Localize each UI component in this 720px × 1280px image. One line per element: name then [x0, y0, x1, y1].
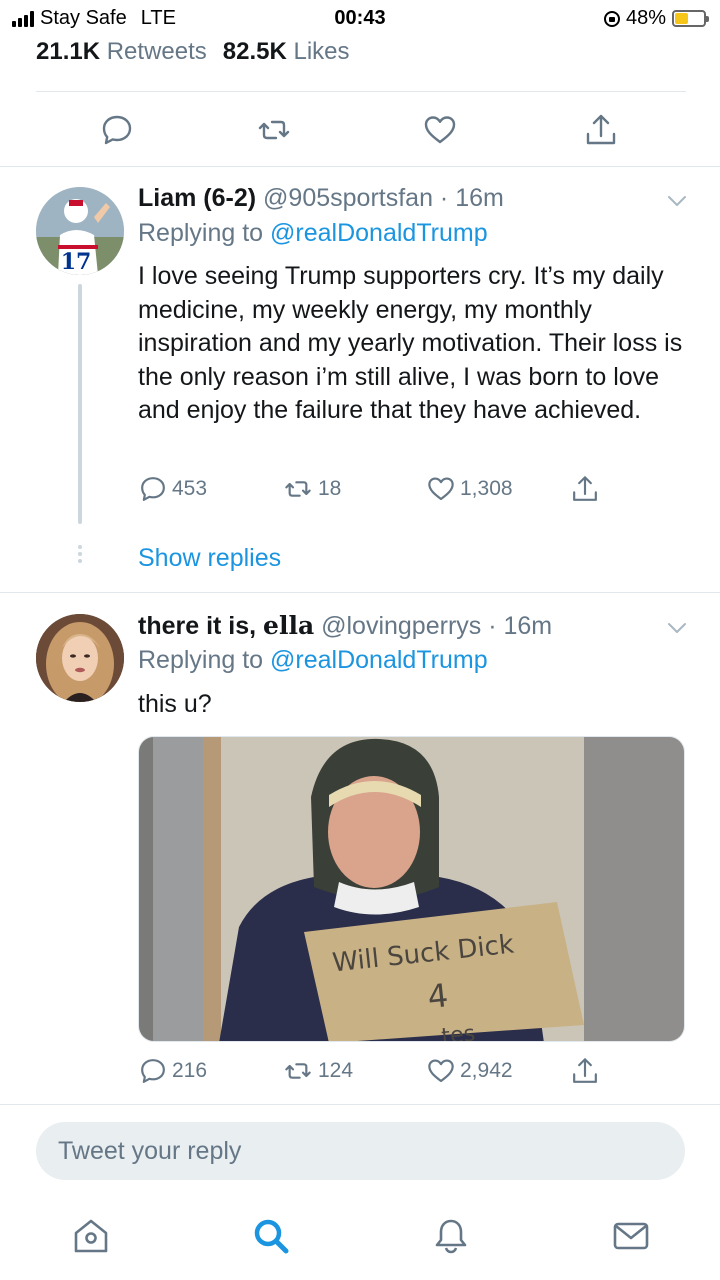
- share-action[interactable]: [570, 1056, 600, 1086]
- like-icon[interactable]: [422, 112, 458, 148]
- tweet-photo[interactable]: Will Suck Dick 4 tes: [138, 736, 685, 1042]
- tweet-time: · 16m: [439, 184, 504, 212]
- main-tweet-actions: [0, 108, 720, 152]
- reply-action[interactable]: 216: [138, 1056, 207, 1086]
- retweet-count: 124: [318, 1059, 354, 1082]
- likes-count: 82.5K: [222, 38, 287, 65]
- search-icon[interactable]: [251, 1216, 291, 1256]
- thread-dots: [76, 545, 84, 566]
- battery-icon: [672, 10, 709, 27]
- avatar[interactable]: 17: [36, 187, 124, 275]
- chevron-down-icon[interactable]: [666, 617, 688, 639]
- display-name[interactable]: there it is,: [138, 612, 256, 640]
- retweet-count: 18: [318, 477, 342, 500]
- notifications-icon[interactable]: [431, 1216, 471, 1256]
- retweet-icon[interactable]: [256, 112, 292, 148]
- share-icon: [573, 476, 597, 501]
- tweet-text: this u?: [138, 690, 212, 718]
- mention-link[interactable]: @realDonaldTrump: [270, 646, 488, 674]
- battery-fill: [675, 13, 689, 24]
- retweets-count: 21.1K: [36, 38, 101, 65]
- divider: [0, 166, 720, 167]
- tweet-header: there it is, ella @lovingperrys · 16m: [138, 611, 552, 641]
- share-action[interactable]: [570, 474, 600, 504]
- tweet-actions: 453 18 1,308: [138, 474, 608, 508]
- retweets-label: Retweets: [106, 38, 207, 65]
- reply-icon: [141, 1059, 165, 1083]
- share-icon[interactable]: [583, 112, 619, 148]
- like-count: 1,308: [460, 477, 513, 500]
- retweet-action[interactable]: 124: [282, 1056, 353, 1086]
- avatar-image: [36, 614, 124, 702]
- tweet-actions: 216 124 2,942: [138, 1056, 608, 1090]
- like-icon: [428, 1059, 454, 1083]
- divider: [36, 91, 686, 92]
- likes-stat[interactable]: 82.5K Likes: [223, 38, 350, 66]
- like-count: 2,942: [460, 1059, 513, 1082]
- orientation-lock-icon: [603, 10, 620, 27]
- home-icon[interactable]: [71, 1216, 111, 1256]
- user-handle[interactable]: @905sportsfan: [263, 184, 433, 212]
- reply-count: 216: [172, 1059, 208, 1082]
- user-handle[interactable]: @lovingperrys: [321, 612, 481, 640]
- display-name-script[interactable]: ella: [263, 611, 314, 640]
- reply-input[interactable]: Tweet your reply: [36, 1122, 685, 1180]
- sign-text-line2: 4: [426, 976, 450, 1016]
- share-icon: [573, 1058, 597, 1083]
- likes-label: Likes: [293, 38, 350, 65]
- tweet-time: · 16m: [488, 612, 553, 640]
- like-action[interactable]: 1,308: [426, 474, 513, 504]
- jersey-number: 17: [61, 249, 92, 275]
- reply-icon: [141, 477, 165, 501]
- show-replies-link[interactable]: Show replies: [138, 544, 281, 573]
- display-name[interactable]: Liam (6-2): [138, 184, 256, 212]
- divider: [0, 592, 720, 593]
- replying-label: Replying to: [138, 646, 264, 674]
- avatar-image: 17: [36, 187, 124, 275]
- like-icon: [428, 477, 454, 501]
- reply-action[interactable]: 453: [138, 474, 207, 504]
- replying-label: Replying to: [138, 219, 264, 247]
- tweet-stats: 21.1K Retweets 82.5K Likes: [36, 38, 350, 66]
- tab-bar: [0, 1200, 720, 1280]
- sign-text-line3: tes: [440, 1021, 476, 1042]
- status-right: 48%: [603, 7, 709, 30]
- thread-line: [78, 284, 82, 524]
- messages-icon[interactable]: [611, 1216, 651, 1256]
- replying-to: Replying to @realDonaldTrump: [138, 646, 488, 675]
- battery-percent: 48%: [625, 7, 666, 29]
- replying-to: Replying to @realDonaldTrump: [138, 219, 488, 248]
- mention-link[interactable]: @realDonaldTrump: [270, 219, 488, 247]
- tweet-header: Liam (6-2) @905sportsfan · 16m: [138, 184, 504, 213]
- retweet-action[interactable]: 18: [282, 474, 341, 504]
- avatar[interactable]: [36, 614, 124, 702]
- status-bar: Stay Safe LTE 00:43 48%: [0, 0, 720, 36]
- reply-placeholder: Tweet your reply: [58, 1137, 242, 1165]
- chevron-down-icon[interactable]: [666, 190, 688, 212]
- retweet-icon: [285, 1063, 311, 1079]
- photo-image: Will Suck Dick 4 tes: [139, 737, 684, 1042]
- retweet-icon: [285, 481, 311, 497]
- reply-count: 453: [172, 477, 208, 500]
- retweets-stat[interactable]: 21.1K Retweets: [36, 38, 207, 66]
- reply-icon[interactable]: [99, 112, 135, 148]
- divider: [0, 1104, 720, 1105]
- tweet-text: I love seeing Trump supporters cry. It’s…: [138, 262, 683, 424]
- like-action[interactable]: 2,942: [426, 1056, 513, 1086]
